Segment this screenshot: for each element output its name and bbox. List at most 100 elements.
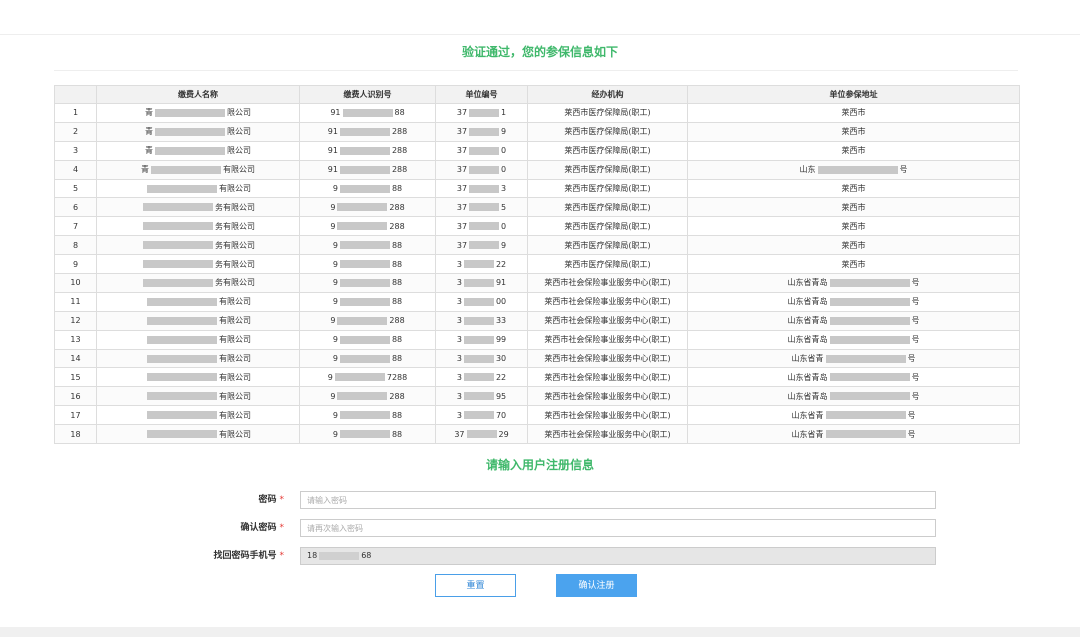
cell-agency: 莱西市医疗保障局(职工) bbox=[527, 159, 688, 180]
cell-address: 山东省青岛号 bbox=[687, 291, 1020, 312]
password-row: 密码 * bbox=[0, 491, 1080, 509]
redaction-mask bbox=[469, 146, 500, 155]
cell-payer-id: 91 288 bbox=[299, 140, 436, 161]
redaction-mask bbox=[463, 411, 494, 420]
cell-address: 莱西市 bbox=[687, 254, 1020, 275]
phone-prefix: 18 bbox=[307, 551, 318, 560]
table-body: 1 青限公司 91 88 37 1 莱西市医疗保障局(职工) 莱西市 2 青限公司 91 288 37 9… bbox=[54, 103, 1020, 445]
cell-unit-no: 3 00 bbox=[435, 291, 528, 312]
table-row: 4 青有限公司 91 288 37 0 莱西市医疗保障局(职工) 山东号 bbox=[54, 159, 1020, 180]
redaction-mask bbox=[337, 203, 388, 212]
redaction-mask bbox=[147, 184, 217, 193]
cell-payer-name: 青限公司 bbox=[96, 121, 300, 142]
cell-index: 1 bbox=[54, 103, 97, 123]
redaction-mask bbox=[469, 241, 500, 250]
confirm-password-input[interactable] bbox=[300, 519, 936, 537]
cell-unit-no: 370 bbox=[435, 159, 528, 180]
cell-agency: 莱西市医疗保障局(职工) bbox=[527, 178, 688, 199]
cell-agency: 莱西市医疗保障局(职工) bbox=[527, 235, 688, 256]
cell-address: 山东省青号 bbox=[687, 405, 1020, 426]
cell-payer-name: 有限公司 bbox=[96, 310, 300, 331]
phone-row: 找回密码手机号 * 18 68 bbox=[0, 547, 1080, 565]
redaction-mask bbox=[463, 373, 494, 382]
cell-payer-id: 9 88 bbox=[299, 329, 436, 350]
info-table: 缴费人名称 缴费人识别号 单位编号 经办机构 单位参保地址 1 青限公司 91 88 3… bbox=[54, 85, 1020, 445]
cell-payer-id: 9 88 bbox=[299, 273, 436, 293]
cell-address: 山东省青号 bbox=[687, 348, 1020, 369]
cell-agency: 莱西市社会保险事业服务中心(职工) bbox=[527, 367, 688, 388]
cell-index: 10 bbox=[54, 273, 97, 293]
cell-payer-id: 91 288 bbox=[299, 121, 436, 142]
cell-payer-name: 务有限公司 bbox=[96, 216, 300, 237]
cell-payer-name: 有限公司 bbox=[96, 386, 300, 407]
redaction-mask bbox=[147, 392, 217, 401]
cell-address: 莱西市 bbox=[687, 197, 1020, 218]
cell-index: 6 bbox=[54, 197, 97, 218]
cell-payer-id: 9 288 bbox=[299, 310, 436, 331]
cell-agency: 莱西市医疗保障局(职工) bbox=[527, 140, 688, 161]
redaction-mask bbox=[147, 297, 217, 306]
redaction-mask bbox=[469, 222, 500, 231]
cell-payer-id: 9 288 bbox=[299, 197, 436, 218]
cell-address: 山东省青岛号 bbox=[687, 329, 1020, 350]
cell-payer-id: 9 88 bbox=[299, 291, 436, 312]
reset-button[interactable]: 重置 bbox=[435, 574, 516, 597]
password-input[interactable] bbox=[300, 491, 936, 509]
password-label: 密码 * bbox=[258, 495, 284, 505]
redaction-mask bbox=[143, 278, 213, 287]
cell-payer-name: 有限公司 bbox=[96, 405, 300, 426]
cell-payer-name: 有限公司 bbox=[96, 348, 300, 369]
redaction-mask bbox=[825, 411, 906, 420]
required-mark: * bbox=[279, 523, 285, 533]
redaction-mask bbox=[147, 316, 217, 325]
redaction-mask bbox=[151, 165, 221, 174]
cell-agency: 莱西市社会保险事业服务中心(职工) bbox=[527, 329, 688, 350]
cell-address: 山东省青号 bbox=[687, 424, 1020, 445]
redaction-mask bbox=[829, 335, 910, 344]
required-mark: * bbox=[279, 551, 285, 561]
cell-payer-name: 有限公司 bbox=[96, 367, 300, 388]
table-row: 1 青限公司 91 88 37 1 莱西市医疗保障局(职工) 莱西市 bbox=[54, 103, 1020, 123]
redaction-mask bbox=[463, 316, 494, 325]
table-row: 16 有限公司 9 288 3 95 莱西市社会保险事业服务中心(职工) 山东省青岛号 bbox=[54, 386, 1020, 407]
cell-payer-name: 务有限公司 bbox=[96, 197, 300, 218]
cell-index: 2 bbox=[54, 121, 97, 142]
cell-unit-no: 3 22 bbox=[435, 367, 528, 388]
redaction-mask bbox=[143, 241, 213, 250]
redaction-mask bbox=[829, 316, 910, 325]
confirm-register-button[interactable]: 确认注册 bbox=[556, 574, 637, 597]
redaction-mask bbox=[147, 354, 217, 363]
col-header-index bbox=[54, 85, 97, 104]
redaction-mask bbox=[339, 278, 390, 287]
redaction-mask bbox=[829, 373, 910, 382]
redaction-mask bbox=[155, 146, 225, 155]
redaction-mask bbox=[339, 411, 390, 420]
cell-payer-id: 91 88 bbox=[299, 103, 436, 123]
cell-address: 莱西市 bbox=[687, 140, 1020, 161]
cell-unit-no: 37 1 bbox=[435, 103, 528, 123]
cell-payer-id: 9 88 bbox=[299, 405, 436, 426]
redaction-mask bbox=[829, 278, 910, 287]
cell-index: 18 bbox=[54, 424, 97, 445]
cell-payer-id: 9 288 bbox=[299, 216, 436, 237]
cell-unit-no: 37 9 bbox=[435, 121, 528, 142]
redaction-mask bbox=[463, 335, 494, 344]
col-header-address: 单位参保地址 bbox=[687, 85, 1020, 104]
redaction-mask bbox=[339, 127, 390, 136]
cell-payer-name: 有限公司 bbox=[96, 178, 300, 199]
col-header-agency: 经办机构 bbox=[527, 85, 688, 104]
title-divider bbox=[54, 70, 1018, 71]
cell-payer-id: 9 88 bbox=[299, 348, 436, 369]
cell-agency: 莱西市医疗保障局(职工) bbox=[527, 254, 688, 275]
redaction-mask bbox=[339, 184, 390, 193]
registration-page: 验证通过，您的参保信息如下 缴费人名称 缴费人识别号 单位编号 经办机构 单位参… bbox=[0, 0, 1080, 637]
redaction-mask bbox=[463, 354, 494, 363]
redaction-mask bbox=[339, 260, 390, 269]
cell-index: 16 bbox=[54, 386, 97, 407]
col-header-payer-id: 缴费人识别号 bbox=[299, 85, 436, 104]
cell-agency: 莱西市社会保险事业服务中心(职工) bbox=[527, 273, 688, 293]
table-row: 15 有限公司 9 7288 3 22 莱西市社会保险事业服务中心(职工) 山东省青岛号 bbox=[54, 367, 1020, 388]
redaction-mask bbox=[469, 203, 500, 212]
cell-payer-id: 91 288 bbox=[299, 159, 436, 180]
register-title: 请输入用户注册信息 bbox=[485, 458, 594, 472]
